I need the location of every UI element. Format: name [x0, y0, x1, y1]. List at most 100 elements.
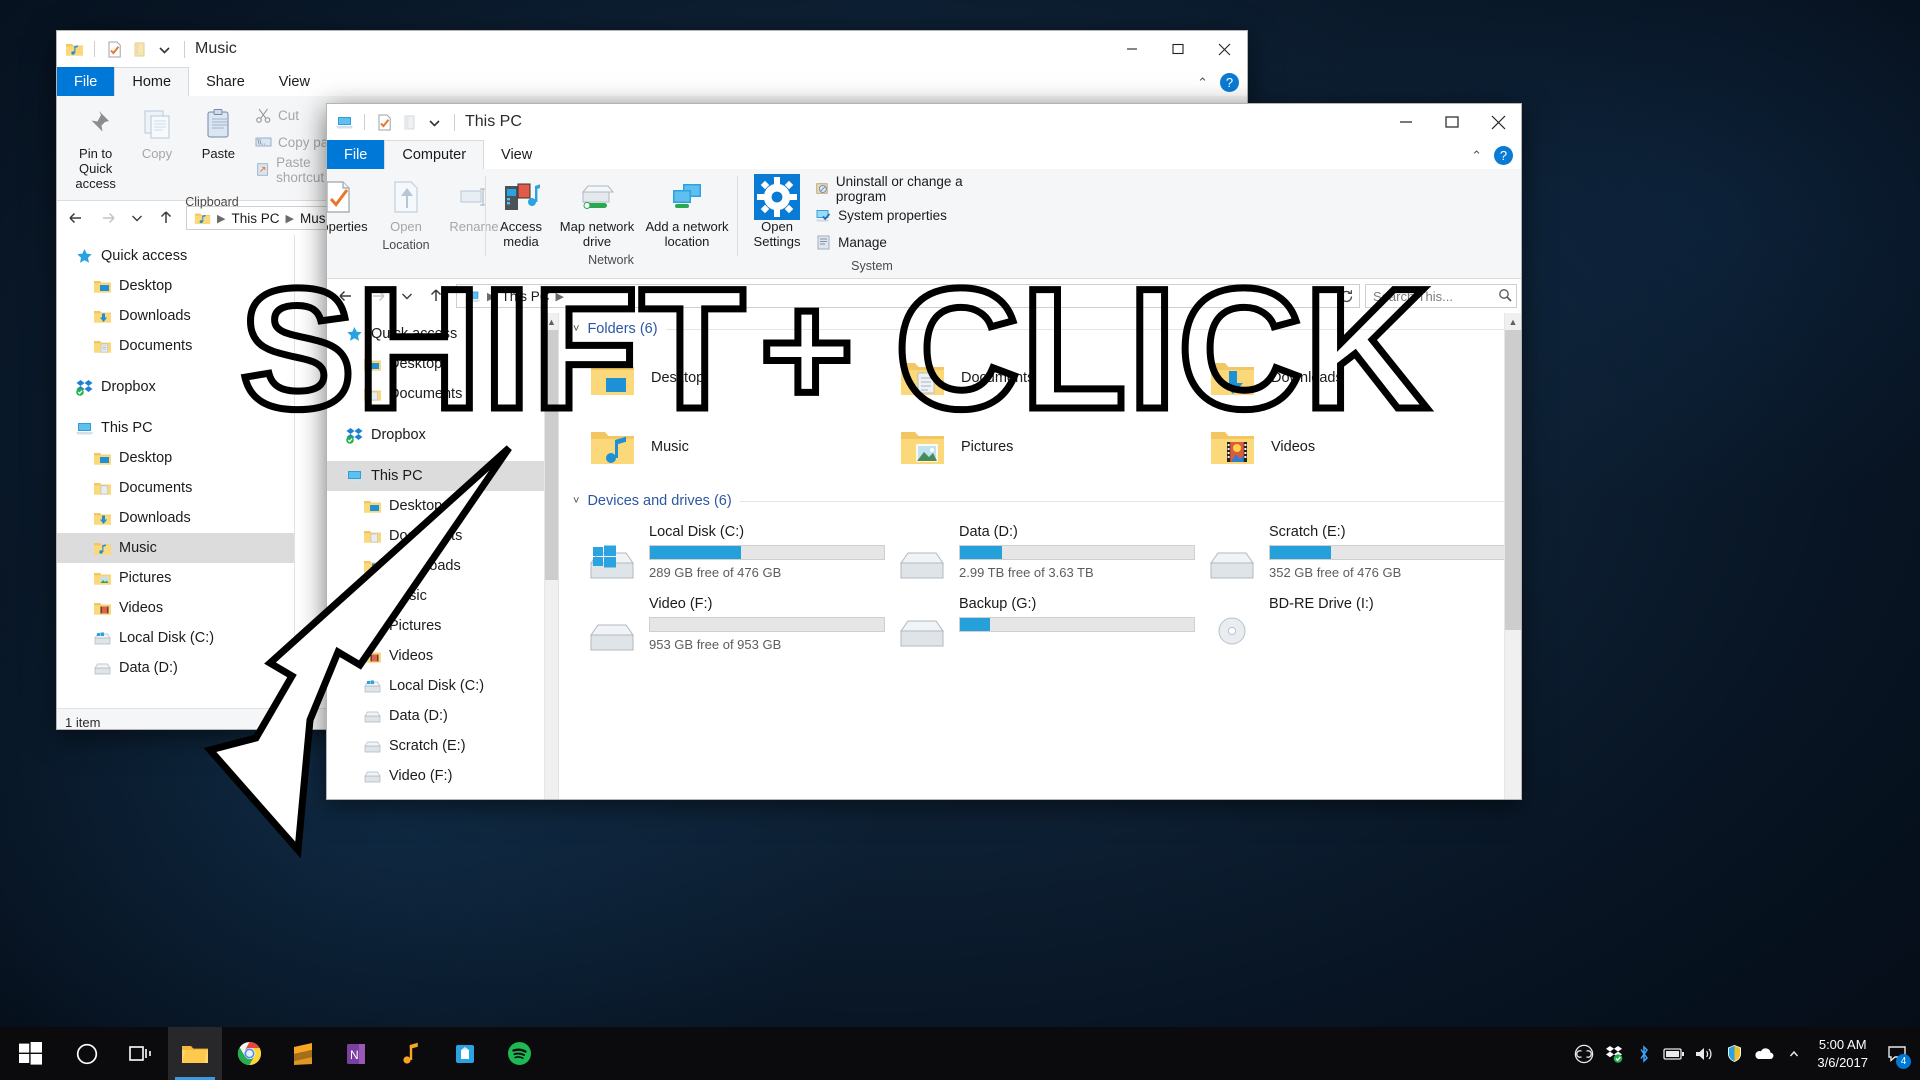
collapse-ribbon-icon[interactable]: ⌃ — [1197, 75, 1208, 91]
onedrive-icon[interactable] — [1749, 1027, 1779, 1080]
drive-tile-backup-g[interactable]: Backup (G:) — [887, 589, 1197, 647]
scroll-up-arrow[interactable]: ▲ — [545, 313, 558, 330]
clock[interactable]: 5:00 AM 3/6/2017 — [1809, 1036, 1880, 1071]
content-scrollbar[interactable]: ▲ ▼ — [1504, 313, 1521, 799]
properties-icon[interactable] — [105, 40, 124, 59]
task-view-icon[interactable] — [114, 1027, 168, 1080]
tab-computer[interactable]: Computer — [384, 140, 485, 169]
scroll-up-arrow[interactable]: ▲ — [1505, 313, 1521, 330]
sidebar-item-documents[interactable]: Documents — [327, 521, 558, 551]
tile-music[interactable]: Music — [577, 412, 887, 481]
tab-share[interactable]: Share — [189, 67, 262, 96]
search-input[interactable]: Search This... — [1365, 284, 1517, 308]
sidebar-item-documents[interactable]: Documents — [327, 379, 558, 409]
copy-button[interactable]: Copy — [126, 102, 187, 162]
navigation-pane-this-pc[interactable]: Quick access Desktop Documents Dropbox T… — [327, 313, 559, 800]
tab-view[interactable]: View — [484, 140, 549, 169]
forward-button[interactable] — [93, 203, 123, 233]
tile-videos[interactable]: Videos — [1197, 412, 1507, 481]
store-icon[interactable] — [438, 1027, 492, 1080]
system-properties-button[interactable]: System properties — [815, 202, 999, 229]
caption-buttons-music[interactable] — [1109, 31, 1247, 67]
sidebar-item-desktop[interactable]: Desktop — [57, 271, 294, 301]
drive-tile-local-disk-c[interactable]: Local Disk (C:) 289 GB free of 476 GB — [577, 517, 887, 589]
open-settings-button[interactable]: Open Settings — [749, 174, 805, 250]
forward-button[interactable] — [363, 281, 393, 311]
chevron-down-icon[interactable]: ˅ — [573, 323, 579, 335]
show-hidden-icons-icon[interactable] — [1779, 1027, 1809, 1080]
tile-documents[interactable]: Documents — [887, 343, 1197, 412]
volume-icon[interactable] — [1689, 1027, 1719, 1080]
sidebar-item-desktop[interactable]: Desktop — [57, 443, 294, 473]
maximize-button[interactable] — [1155, 31, 1201, 67]
sidebar-item-local-disk-c[interactable]: Local Disk (C:) — [327, 671, 558, 701]
group-header-folders[interactable]: ˅ Folders (6) — [559, 313, 1521, 341]
spotify-icon[interactable] — [492, 1027, 546, 1080]
sublime-text-icon[interactable] — [276, 1027, 330, 1080]
quick-access-toolbar[interactable] — [65, 40, 174, 59]
cortana-circle-icon[interactable] — [60, 1027, 114, 1080]
uninstall-program-button[interactable]: Uninstall or change a program — [815, 174, 999, 204]
navigation-pane-music[interactable]: Quick access Desktop Downloads Documents… — [57, 235, 295, 708]
bluetooth-icon[interactable] — [1629, 1027, 1659, 1080]
collapse-ribbon-icon[interactable]: ⌃ — [1471, 148, 1482, 164]
explorer-window-this-pc[interactable]: This PC File Computer View ⌃ ? perties O… — [326, 103, 1522, 800]
new-folder-icon[interactable] — [130, 40, 149, 59]
scroll-thumb[interactable] — [1505, 330, 1521, 630]
drives-tile-list[interactable]: Local Disk (C:) 289 GB free of 476 GB Da… — [559, 513, 1521, 661]
address-bar-this-pc[interactable]: ▶ This PC ▶ Search This... — [327, 279, 1521, 313]
sidebar-item-music[interactable]: Music — [57, 533, 294, 563]
sidebar-item-pictures[interactable]: Pictures — [57, 563, 294, 593]
drive-tile-data-d[interactable]: Data (D:) 2.99 TB free of 3.63 TB — [887, 517, 1197, 589]
scroll-thumb[interactable] — [545, 330, 558, 580]
recent-locations-button[interactable] — [125, 203, 149, 233]
nav-pane-scrollbar[interactable]: ▲ ▼ — [544, 313, 558, 800]
tab-view[interactable]: View — [262, 67, 327, 96]
minimize-button[interactable] — [1109, 31, 1155, 67]
ribbon-computer[interactable]: Properties Open — [327, 169, 1521, 279]
dropbox-icon[interactable] — [1599, 1027, 1629, 1080]
chevron-down-icon[interactable] — [425, 113, 444, 132]
paste-button[interactable]: Paste — [188, 102, 249, 162]
sidebar-item-videos[interactable]: Videos — [327, 641, 558, 671]
sidebar-item-this-pc[interactable]: This PC — [57, 413, 294, 443]
close-button[interactable] — [1201, 31, 1247, 67]
ribbon-controls[interactable]: ⌃ ? — [1471, 146, 1513, 165]
sidebar-item-data-d[interactable]: Data (D:) — [57, 653, 294, 683]
ribbon-controls[interactable]: ⌃ ? — [1197, 73, 1239, 92]
titlebar-this-pc[interactable]: This PC — [327, 104, 1521, 140]
recent-locations-button[interactable] — [395, 281, 419, 311]
sidebar-item-desktop[interactable]: Desktop — [327, 491, 558, 521]
drive-tile-scratch-e[interactable]: Scratch (E:) 352 GB free of 476 GB — [1197, 517, 1507, 589]
sidebar-item-downloads[interactable]: Downloads — [57, 301, 294, 331]
breadcrumb-this-pc[interactable]: This PC — [498, 289, 552, 304]
sidebar-item-scratch-e[interactable]: Scratch (E:) — [327, 731, 558, 761]
help-button[interactable]: ? — [1494, 146, 1513, 165]
drive-tile-video-f[interactable]: Video (F:) 953 GB free of 953 GB — [577, 589, 887, 661]
sidebar-item-downloads[interactable]: Downloads — [327, 551, 558, 581]
action-center-icon[interactable]: 4 — [1880, 1027, 1914, 1080]
shield-icon[interactable] — [1719, 1027, 1749, 1080]
chrome-icon[interactable] — [222, 1027, 276, 1080]
back-button[interactable] — [331, 281, 361, 311]
system-tray[interactable]: 5:00 AM 3/6/2017 4 — [1569, 1027, 1920, 1080]
tile-pictures[interactable]: Pictures — [887, 412, 1197, 481]
tile-desktop[interactable]: Desktop — [577, 343, 887, 412]
back-button[interactable] — [61, 203, 91, 233]
access-media-button[interactable]: Access media — [489, 175, 553, 250]
sidebar-item-data-d[interactable]: Data (D:) — [327, 701, 558, 731]
maximize-button[interactable] — [1429, 104, 1475, 140]
scroll-down-arrow[interactable]: ▼ — [545, 794, 558, 800]
quick-access-toolbar[interactable] — [335, 113, 444, 132]
sidebar-item-dropbox[interactable]: Dropbox — [57, 372, 294, 402]
titlebar-music[interactable]: Music — [57, 31, 1247, 67]
chevron-down-icon[interactable] — [155, 40, 174, 59]
sidebar-item-this-pc[interactable]: This PC — [327, 461, 558, 491]
manage-button[interactable]: Manage — [815, 229, 999, 256]
search-icon[interactable] — [1498, 288, 1512, 305]
add-network-location-button[interactable]: Add a network location — [641, 175, 733, 250]
sidebar-item-documents[interactable]: Documents — [57, 331, 294, 361]
tab-file[interactable]: File — [327, 140, 385, 169]
content-pane-this-pc[interactable]: ˅ Folders (6) Desktop Documents Download… — [559, 313, 1521, 799]
help-button[interactable]: ? — [1220, 73, 1239, 92]
